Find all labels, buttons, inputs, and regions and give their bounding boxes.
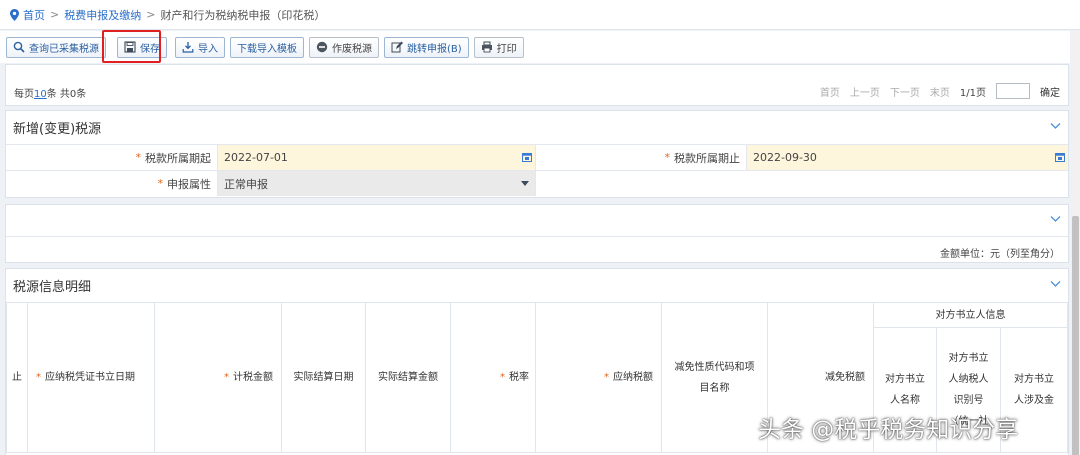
divider	[6, 236, 1068, 237]
detail-title: 税源信息明细	[13, 280, 92, 295]
breadcrumb: 首页 > 税费申报及缴纳 > 财产和行为税纳税申报（印花税）	[0, 0, 1080, 30]
declare-attr-select[interactable]: 正常申报	[218, 171, 536, 196]
void-source-button[interactable]: 作废税源	[309, 36, 379, 58]
prev-page-button[interactable]: 上一页	[850, 84, 880, 99]
print-label: 打印	[496, 43, 517, 55]
column-header: * 税率	[450, 302, 536, 453]
void-source-label: 作废税源	[332, 43, 372, 55]
import-icon	[182, 42, 194, 53]
breadcrumb-separator: >	[50, 8, 60, 21]
new-source-panel: 新增(变更)税源 * 税款所属期起 2022-07-01 * 税款所属期止 2022…	[5, 110, 1069, 198]
declare-attr-label-text: 申报属性	[167, 177, 211, 191]
next-page-button[interactable]: 下一页	[890, 84, 920, 99]
period-start-value: 2022-07-01	[224, 151, 288, 164]
page-size-link[interactable]: 10	[34, 89, 47, 100]
vertical-scrollbar[interactable]	[1071, 31, 1080, 455]
column-header: * 应纳税凭证书立日期	[27, 302, 155, 453]
new-source-title: 新增(变更)税源	[13, 122, 102, 137]
breadcrumb-section-link[interactable]: 税费申报及缴纳	[64, 7, 141, 23]
period-end-field[interactable]: 2022-09-30	[747, 145, 1068, 170]
jump-declare-button[interactable]: 跳转申报(B)	[384, 36, 469, 58]
scrollbar-thumb[interactable]	[1072, 216, 1079, 455]
page-size-info: 每页10条 共0条	[14, 85, 86, 100]
period-start-field[interactable]: 2022-07-01	[218, 145, 536, 170]
printer-icon	[481, 41, 492, 53]
chevron-down-icon[interactable]	[1050, 280, 1061, 288]
page-number-input[interactable]	[996, 83, 1030, 99]
calendar-icon[interactable]	[522, 152, 532, 162]
search-icon	[13, 41, 25, 53]
period-start-label-text: 税款所属期起	[145, 151, 211, 165]
chevron-down-icon[interactable]	[1050, 122, 1061, 130]
pager: 每页10条 共0条 首页 上一页 下一页 末页 1/1页 确定	[5, 64, 1069, 106]
breadcrumb-current: 财产和行为税纳税申报（印花税）	[160, 8, 326, 22]
save-label: 保存	[140, 43, 160, 55]
download-template-button[interactable]: 下载导入模板	[230, 36, 304, 58]
declare-attr-label: * 申报属性	[6, 171, 218, 196]
page-info: 1/1页	[959, 87, 986, 99]
group-header: 对方书立人信息	[873, 302, 1068, 328]
attr-row: * 申报属性 正常申报	[6, 170, 1068, 196]
jump-declare-label: 跳转申报(B)	[407, 43, 462, 55]
period-row: * 税款所属期起 2022-07-01 * 税款所属期止 2022-09-30	[6, 144, 1068, 170]
first-page-button[interactable]: 首页	[820, 84, 840, 99]
pager-controls: 首页 上一页 下一页 末页 1/1页 确定	[820, 83, 1060, 99]
query-sources-label: 查询已采集税源	[29, 43, 99, 55]
new-source-header: 新增(变更)税源	[6, 111, 1068, 144]
breadcrumb-home-link[interactable]: 首页	[23, 7, 45, 23]
column-header: * 计税金额	[154, 302, 282, 453]
toolbar: 查询已采集税源 保存 导入 下载导入模板 作废税源 跳转申报(B) 打印	[0, 31, 1070, 63]
chevron-down-icon[interactable]	[1050, 215, 1061, 223]
column-header: 实际结算金额	[365, 302, 451, 453]
minus-circle-icon	[316, 41, 328, 53]
period-end-value: 2022-09-30	[753, 151, 817, 164]
column-header: 止	[6, 302, 28, 453]
amount-unit-note: 金额单位：元（列至角分）	[940, 249, 1060, 260]
period-end-label-text: 税款所属期止	[674, 151, 740, 165]
column-header: 实际结算日期	[281, 302, 366, 453]
period-end-label: * 税款所属期止	[536, 145, 747, 170]
detail-header: 税源信息明细	[6, 269, 1068, 302]
page-size-prefix: 每页	[14, 89, 34, 100]
dropdown-arrow-icon[interactable]	[521, 181, 529, 186]
location-pin-icon	[10, 8, 19, 21]
watermark: 头条 @税乎税务知识分享	[758, 417, 1019, 443]
declare-attr-value: 正常申报	[224, 177, 268, 191]
edit-icon	[391, 41, 403, 53]
save-button[interactable]: 保存	[117, 36, 167, 58]
query-sources-button[interactable]: 查询已采集税源	[6, 36, 106, 58]
go-page-button[interactable]: 确定	[1040, 84, 1060, 99]
breadcrumb-separator: >	[146, 8, 156, 21]
page-size-suffix: 条 共0条	[46, 89, 87, 100]
import-button[interactable]: 导入	[175, 36, 225, 58]
calendar-icon[interactable]	[1055, 152, 1065, 162]
column-header: 减免性质代码和项目名称	[661, 302, 768, 453]
amount-unit-panel: 金额单位：元（列至角分）	[5, 204, 1069, 263]
print-button[interactable]: 打印	[473, 36, 524, 58]
last-page-button[interactable]: 末页	[930, 84, 950, 99]
download-template-label: 下载导入模板	[237, 43, 297, 55]
floppy-disk-icon	[124, 41, 136, 53]
import-label: 导入	[198, 43, 218, 55]
period-start-label: * 税款所属期起	[6, 145, 218, 170]
column-header: * 应纳税额	[535, 302, 662, 453]
